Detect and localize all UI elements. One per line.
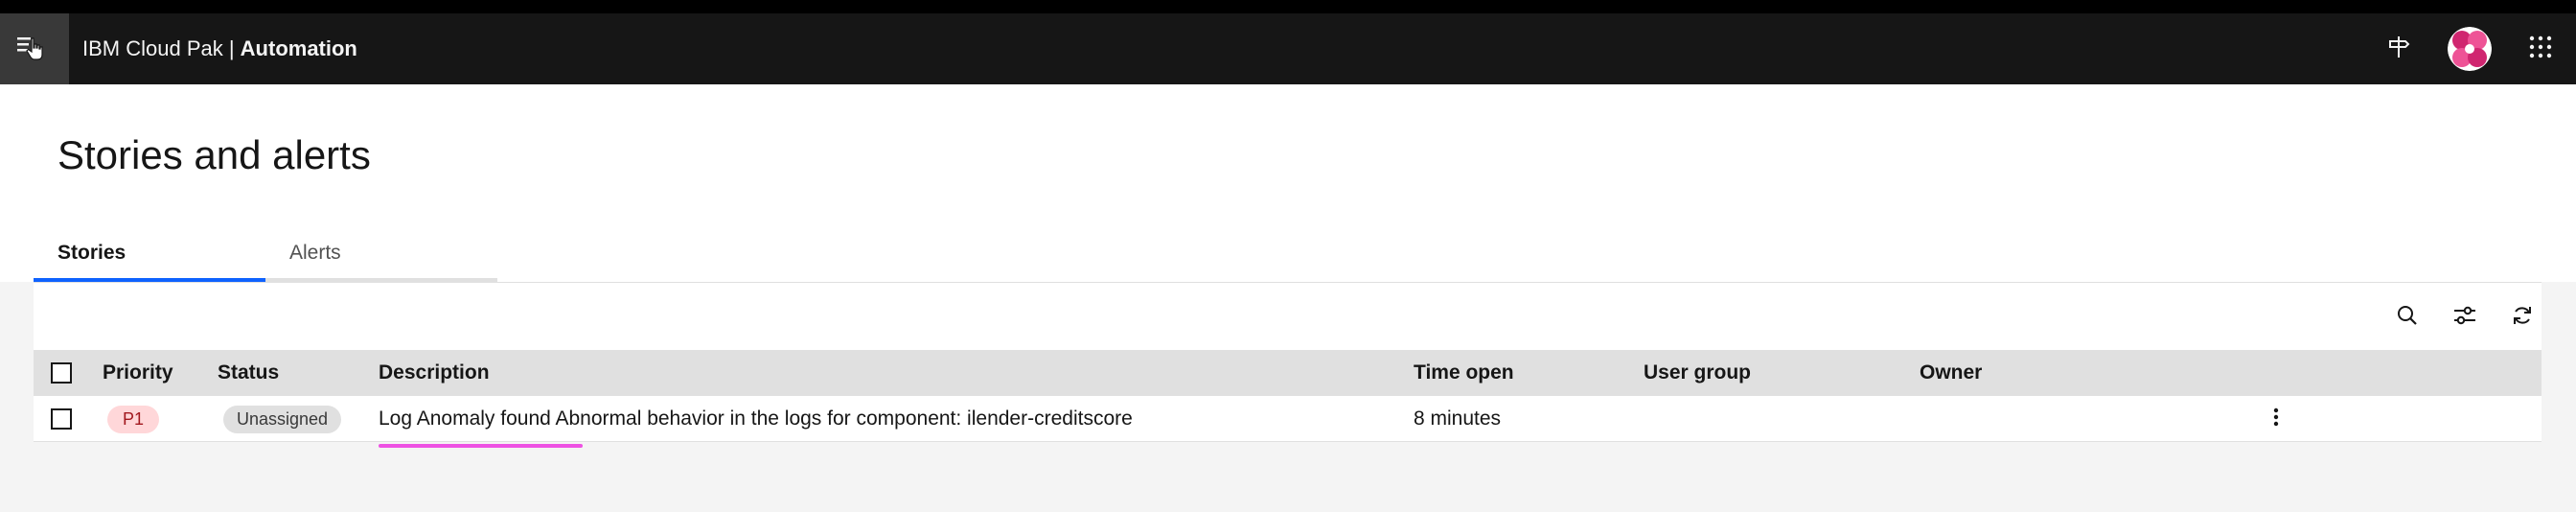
page-title: Stories and alerts (58, 132, 371, 177)
filter-settings-icon (2452, 304, 2477, 332)
signpost-icon (2386, 35, 2411, 64)
search-button[interactable] (2379, 296, 2436, 338)
tab-list: Stories Alerts (34, 234, 497, 282)
avatar (2448, 27, 2492, 71)
status-cell: Unassigned (223, 396, 342, 442)
select-all-cell (51, 350, 72, 396)
tab-stories[interactable]: Stories (34, 234, 265, 282)
row-overflow-menu-button[interactable] (2257, 396, 2295, 442)
column-header-user-group[interactable]: User group (1644, 350, 1751, 396)
story-description-link[interactable]: Log Anomaly found Abnormal behavior in t… (379, 407, 1133, 431)
signpost-button[interactable] (2363, 13, 2434, 84)
row-checkbox[interactable] (51, 408, 72, 430)
brand-prefix: IBM Cloud Pak | (82, 36, 241, 60)
top-nav-bar: IBM Cloud Pak | Automation (0, 13, 2576, 84)
tab-alerts[interactable]: Alerts (265, 234, 497, 282)
select-all-checkbox[interactable] (51, 362, 72, 384)
filter-button[interactable] (2436, 296, 2494, 338)
table-header-row: Priority Status Description Time open Us… (34, 350, 2542, 396)
column-header-time-open[interactable]: Time open (1414, 350, 1514, 396)
table-row[interactable]: P1 Unassigned Log Anomaly found Abnormal… (34, 396, 2542, 442)
user-avatar-button[interactable] (2434, 13, 2505, 84)
priority-tag: P1 (107, 405, 160, 433)
description-highlight-underline (379, 444, 583, 448)
row-select-cell (51, 396, 72, 442)
refresh-icon (2511, 304, 2534, 332)
app-brand: IBM Cloud Pak | Automation (82, 36, 357, 61)
time-open-cell: 8 minutes (1414, 407, 1502, 430)
column-header-description[interactable]: Description (379, 350, 490, 396)
column-header-priority[interactable]: Priority (103, 350, 173, 396)
column-header-owner[interactable]: Owner (1920, 350, 1982, 396)
stories-panel: Priority Status Description Time open Us… (0, 282, 2576, 512)
stories-table: Priority Status Description Time open Us… (34, 282, 2542, 448)
header-actions (2363, 13, 2576, 84)
menu-button[interactable] (0, 13, 69, 84)
status-badge: Unassigned (223, 405, 342, 433)
refresh-button[interactable] (2494, 296, 2551, 338)
search-icon (2396, 304, 2419, 332)
brand-product: Automation (240, 36, 357, 60)
app-switcher-grid-icon (2529, 35, 2552, 63)
priority-cell: P1 (107, 396, 160, 442)
overflow-menu-icon (2273, 407, 2279, 432)
app-switcher-button[interactable] (2505, 13, 2576, 84)
description-cell: Log Anomaly found Abnormal behavior in t… (379, 396, 1133, 442)
column-header-status[interactable]: Status (218, 350, 279, 396)
window-top-strip (0, 0, 2576, 13)
menu-hand-cursor-icon (15, 31, 54, 68)
